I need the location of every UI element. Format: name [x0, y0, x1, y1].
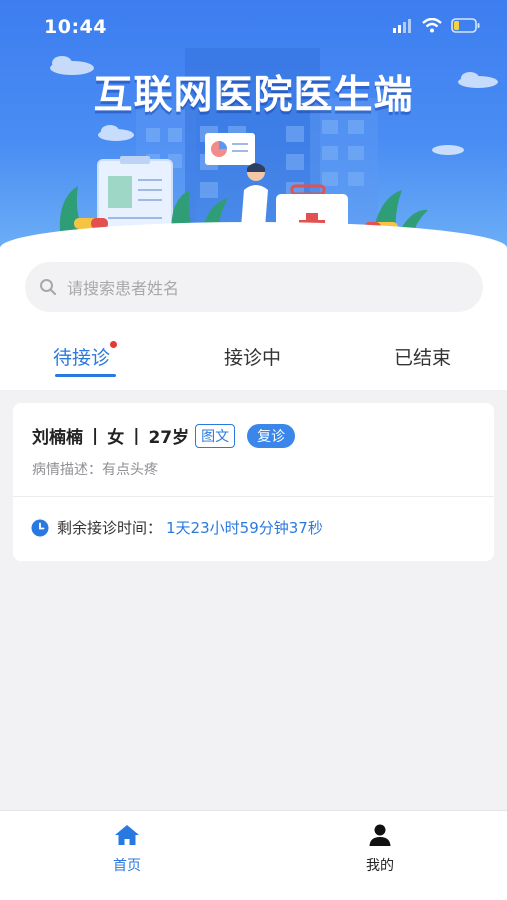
patient-sex: 女 — [107, 428, 125, 448]
wifi-icon — [422, 18, 442, 33]
tab-finished-label: 已结束 — [394, 347, 452, 369]
bottom-nav: 首页 我的 — [0, 810, 507, 900]
clock-icon — [31, 519, 49, 536]
search-placeholder: 请搜索患者姓名 — [67, 279, 180, 298]
patient-info: 刘楠楠 | 女 | 27岁 图文 复诊 病情描述：有点头疼 — [13, 403, 494, 497]
consult-type-badge: 图文 — [195, 423, 236, 448]
active-tab-indicator — [55, 374, 116, 377]
status-icons — [393, 18, 481, 33]
notification-dot — [110, 341, 118, 348]
separator: | — [92, 425, 99, 446]
nav-profile-label: 我的 — [366, 858, 394, 874]
patient-name: 刘楠楠 — [32, 428, 83, 448]
nav-profile[interactable]: 我的 — [340, 823, 420, 875]
consultation-card[interactable]: 刘楠楠 | 女 | 27岁 图文 复诊 病情描述：有点头疼 剩余接诊时间： 1天… — [13, 403, 494, 561]
revisit-badge: 复诊 — [247, 423, 296, 448]
condition-description: 病情描述：有点头疼 — [32, 462, 158, 478]
remaining-time-value: 1天23小时59分钟37秒 — [166, 519, 323, 537]
patient-summary: 刘楠楠 | 女 | 27岁 图文 复诊 — [32, 423, 296, 448]
patient-age: 27岁 — [148, 428, 190, 448]
battery-icon — [451, 18, 480, 33]
status-tabs: 待接诊 接诊中 已结束 — [0, 330, 507, 390]
page-title: 互联网医院医生端 — [93, 73, 414, 118]
status-bar: 10:44 — [0, 0, 507, 56]
hero-banner: 10:44 互联网医院医生端 — [0, 0, 507, 260]
remaining-time-label: 剩余接诊时间： — [57, 519, 163, 537]
status-time: 10:44 — [44, 16, 107, 38]
home-icon — [115, 825, 139, 845]
signal-icon — [393, 18, 411, 33]
tab-pending[interactable]: 待接诊 — [53, 341, 118, 370]
search-icon — [40, 279, 57, 296]
tab-pending-label: 待接诊 — [53, 347, 111, 369]
tab-in-progress[interactable]: 接诊中 — [224, 343, 281, 370]
search-input[interactable]: 请搜索患者姓名 — [25, 262, 483, 312]
nav-home[interactable]: 首页 — [87, 823, 167, 875]
tab-in-progress-label: 接诊中 — [224, 347, 282, 369]
nav-home-label: 首页 — [113, 858, 141, 874]
separator: | — [133, 425, 140, 446]
tab-finished[interactable]: 已结束 — [394, 343, 451, 370]
user-icon — [369, 824, 391, 846]
remaining-time: 剩余接诊时间： 1天23小时59分钟37秒 — [31, 517, 323, 538]
